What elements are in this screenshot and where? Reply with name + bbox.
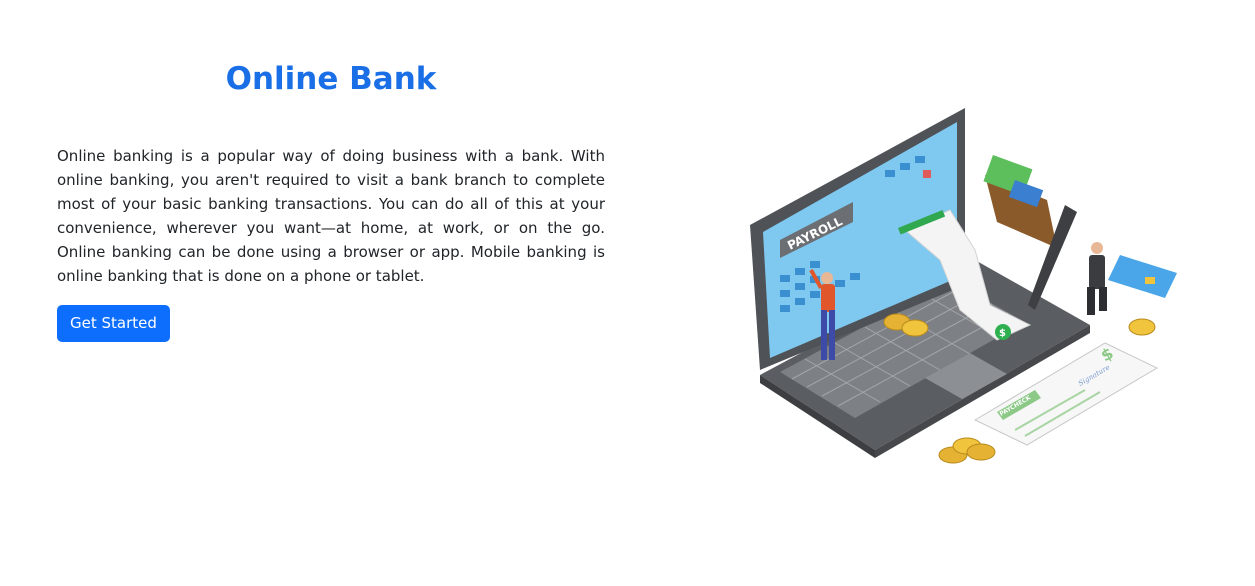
hero-description: Online banking is a popular way of doing… (57, 147, 605, 285)
person-leg-right (829, 310, 835, 360)
page-title: Online Bank (225, 61, 437, 97)
person-head (821, 272, 833, 284)
person-leg-left (821, 310, 827, 360)
screen-highlight-key (923, 170, 931, 178)
person-shirt (821, 284, 835, 312)
page: Online Bank Online banking is a popular … (0, 0, 1255, 586)
get-started-button[interactable]: Get Started (57, 305, 170, 342)
online-banking-illustration: PAYROLL $ PAYCHECK Signature $ (750, 108, 1177, 464)
coin (1128, 318, 1156, 336)
worker-head (1091, 242, 1103, 254)
credit-card (1108, 255, 1177, 298)
worker-body (1089, 255, 1105, 289)
hero-text-section: Online Bank Online banking is a popular … (57, 55, 605, 342)
worker-leg (1087, 287, 1095, 315)
dollar-sign: $ (999, 328, 1006, 339)
card-chip (1145, 277, 1155, 284)
worker-leg-right (1099, 287, 1107, 311)
coin (966, 443, 996, 461)
coin (901, 319, 929, 337)
